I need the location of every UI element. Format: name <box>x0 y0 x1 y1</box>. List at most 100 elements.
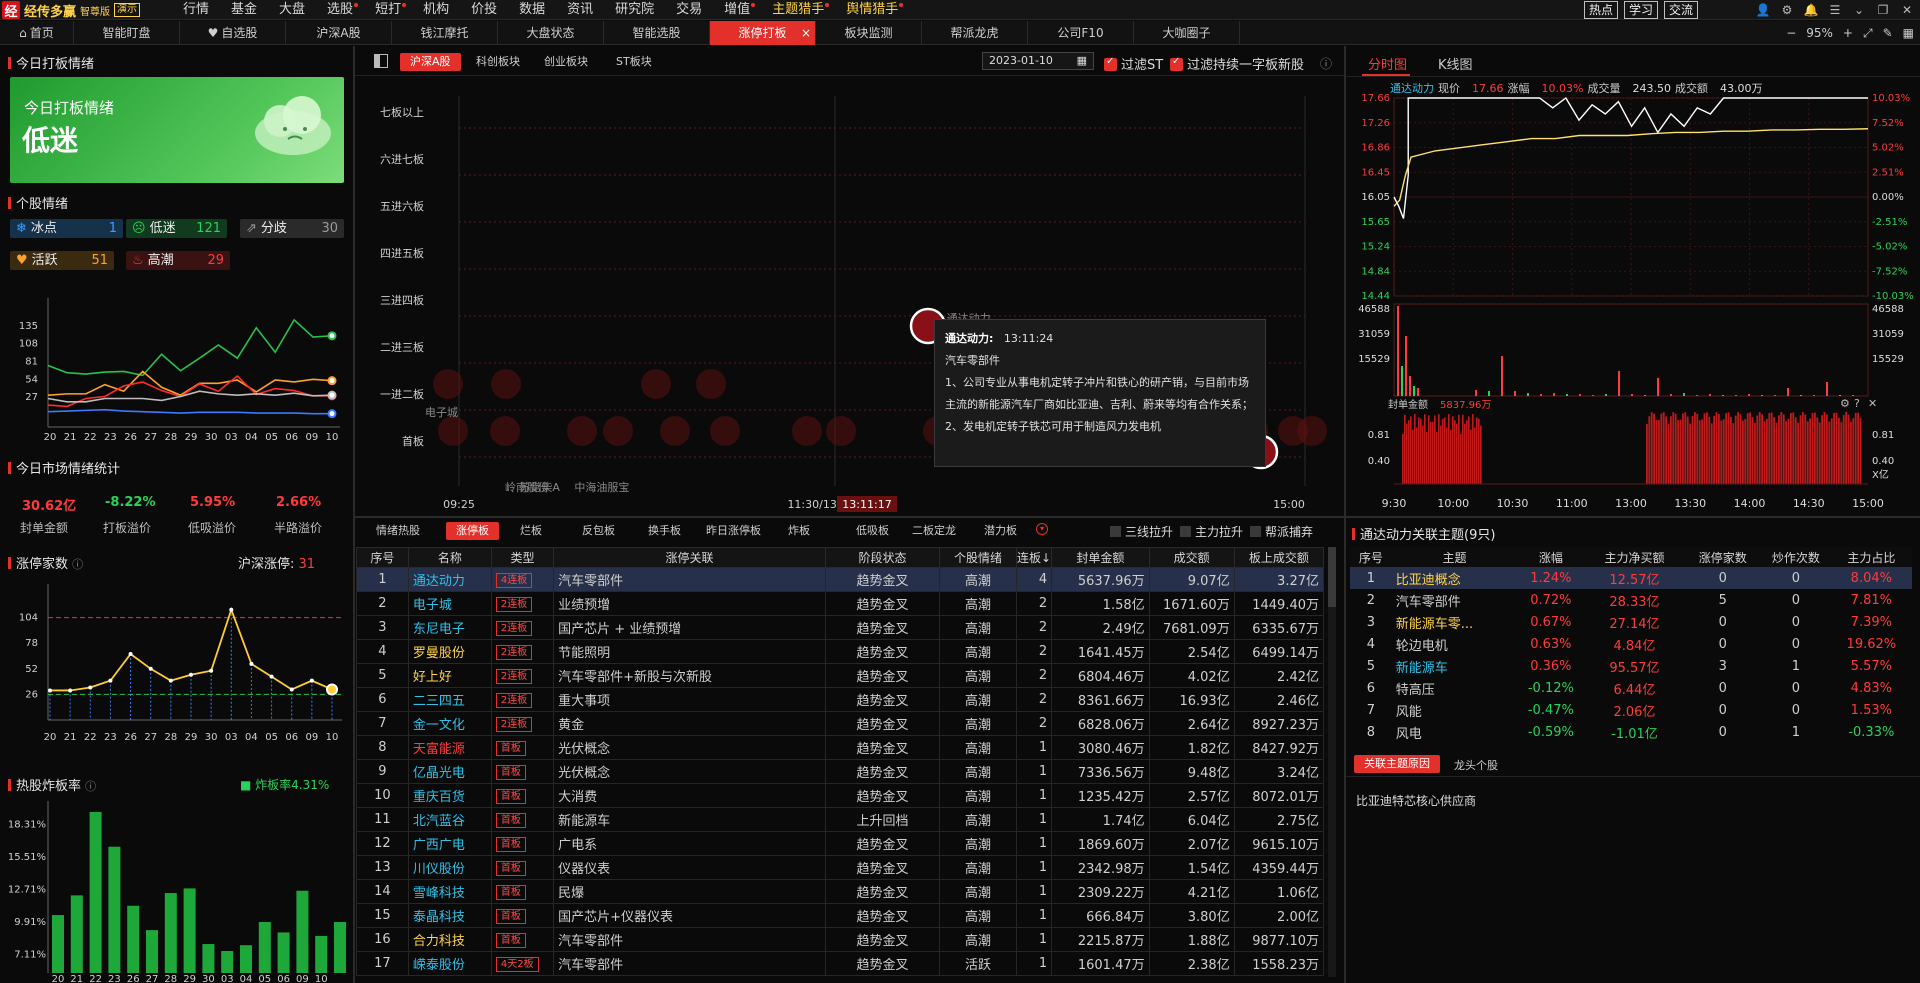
theme-row[interactable]: 7 风能 -0.47% 2.06亿 0 0 1.53% <box>1350 699 1912 721</box>
column-header[interactable]: 成交额 <box>1148 547 1235 568</box>
theme-cell[interactable]: 汽车零部件 <box>1392 589 1517 611</box>
theme-name-link[interactable]: 比亚迪概念 <box>1396 573 1461 588</box>
mood-chip-4[interactable]: ♨ 高潮 29 <box>126 251 230 270</box>
column-header[interactable]: 涨停关联 <box>553 547 826 568</box>
theme-name-link[interactable]: 轮边电机 <box>1396 639 1448 654</box>
tab-6[interactable]: 智能选股 <box>604 21 710 45</box>
tab-5[interactable]: 大盘状态 <box>498 21 604 45</box>
checkbox-unchecked-icon[interactable] <box>1180 526 1191 537</box>
market-tab-2[interactable]: 创业板块 <box>544 53 588 71</box>
stock-name-link[interactable]: 电子城 <box>413 598 452 613</box>
table-cell[interactable]: 北汽蓝谷 <box>407 807 492 832</box>
mood-chip-2[interactable]: ⇗ 分歧 30 <box>240 219 344 238</box>
theme-row[interactable]: 5 新能源车 0.36% 95.57亿 3 1 5.57% <box>1350 655 1912 677</box>
list-tab-6[interactable]: 炸板 <box>788 522 810 540</box>
stock-name-link[interactable]: 金一文化 <box>413 718 465 733</box>
filter-new-checkbox[interactable]: 过滤持续一字板新股 <box>1170 54 1304 73</box>
restore-icon[interactable]: ❐ <box>1874 3 1892 17</box>
stock-bubble[interactable] <box>490 416 520 446</box>
stock-name-link[interactable]: 重庆百货 <box>413 790 465 805</box>
theme-name-link[interactable]: 新能源车零... <box>1396 617 1473 632</box>
menu-item-7[interactable]: 数据 <box>508 0 556 20</box>
stock-name-link[interactable]: 天富能源 <box>413 742 465 757</box>
list-filter-0[interactable]: 三线拉升 <box>1110 523 1173 540</box>
stock-bubble[interactable] <box>641 369 671 399</box>
list-tab-3[interactable]: 反包板 <box>582 522 615 540</box>
theme-row[interactable]: 4 轮边电机 0.63% 4.84亿 0 0 19.62% <box>1350 633 1912 655</box>
close-tab-icon[interactable]: × <box>801 21 811 45</box>
menu-item-12[interactable]: 主题猎手 <box>761 0 835 20</box>
theme-cell[interactable]: 轮边电机 <box>1392 633 1517 655</box>
stock-name-link[interactable]: 嵘泰股份 <box>413 958 465 973</box>
mood-chip-3[interactable]: ♥ 活跃 51 <box>10 251 114 270</box>
table-cell[interactable]: 罗曼股份 <box>407 639 492 664</box>
menu-item-6[interactable]: 价投 <box>460 0 508 20</box>
stock-name-link[interactable]: 好上好 <box>413 670 452 685</box>
stock-bubble[interactable] <box>826 416 856 446</box>
table-row[interactable]: 12 广西广电 首板 广电系 趋势金叉 高潮 1 1869.60万 2.07亿 9615.10万 <box>356 831 1325 856</box>
stock-name-link[interactable]: 二三四五 <box>413 694 465 709</box>
list-tab-8[interactable]: 二板定龙 <box>912 522 956 540</box>
theme-cell[interactable]: 比亚迪概念 <box>1391 567 1518 589</box>
bell-icon[interactable]: 🔔 <box>1802 3 1820 17</box>
menu-item-10[interactable]: 交易 <box>665 0 713 20</box>
column-header[interactable]: 名称 <box>407 547 492 568</box>
theme-column-header[interactable]: 炒作次数 <box>1761 547 1831 567</box>
stock-bubble[interactable] <box>438 416 468 446</box>
table-cell[interactable]: 天富能源 <box>407 735 492 760</box>
column-header[interactable]: 封单金额 <box>1051 547 1150 568</box>
list-tab-9[interactable]: 潜力板 <box>984 522 1017 540</box>
menu-icon[interactable]: ☰ <box>1826 3 1844 17</box>
filter-st-checkbox[interactable]: 过滤ST <box>1104 54 1163 73</box>
theme-column-header[interactable]: 涨幅 <box>1517 547 1585 567</box>
table-row[interactable]: 14 雪峰科技 首板 民爆 趋势金叉 高潮 1 2309.22万 4.21亿 1.06亿 <box>356 879 1325 904</box>
stock-bubble[interactable] <box>567 416 597 446</box>
list-filter-2[interactable]: 帮派捕弃 <box>1250 523 1313 540</box>
stock-bubble[interactable] <box>792 416 822 446</box>
table-row[interactable]: 16 合力科技 首板 汽车零部件 趋势金叉 高潮 1 2215.87万 1.88亿 9877.10… <box>356 927 1325 952</box>
table-scrollbar[interactable] <box>1328 547 1336 977</box>
theme-column-header[interactable]: 主力占比 <box>1830 547 1912 567</box>
theme-cell[interactable]: 新能源车零... <box>1392 611 1517 633</box>
menu-item-11[interactable]: 增值 <box>713 0 761 20</box>
menu-item-5[interactable]: 机构 <box>412 0 460 20</box>
menu-item-2[interactable]: 大盘 <box>268 0 316 20</box>
stock-name-link[interactable]: 合力科技 <box>413 934 465 949</box>
middle-h-divider[interactable] <box>355 516 1344 518</box>
table-cell[interactable]: 二三四五 <box>407 687 492 712</box>
market-tab-0[interactable]: 沪深A股 <box>400 53 461 71</box>
help-icon[interactable]: ? <box>1854 397 1860 410</box>
table-cell[interactable]: 川仪股份 <box>407 855 492 880</box>
stock-name-link[interactable]: 泰晶科技 <box>413 910 465 925</box>
checkbox-checked-icon[interactable] <box>1170 56 1183 71</box>
table-row[interactable]: 13 川仪股份 首板 仪器仪表 趋势金叉 高潮 1 2342.98万 1.54亿 4359.44万 <box>356 855 1325 880</box>
menu-item-0[interactable]: 行情 <box>172 0 220 20</box>
tab-2[interactable]: ♥ 自选股 <box>180 21 286 45</box>
stock-bubble[interactable] <box>603 416 633 446</box>
table-row[interactable]: 10 重庆百货 首板 大消费 趋势金叉 高潮 1 1235.42万 2.57亿 8072.01万 <box>356 783 1325 808</box>
tab-11[interactable]: 大咖圈子 <box>1134 21 1240 45</box>
tab-0[interactable]: ⌂ 首页 <box>0 21 74 45</box>
theme-row[interactable]: 8 风电 -0.59% -1.01亿 0 1 -0.33% <box>1350 721 1912 743</box>
theme-name-link[interactable]: 风电 <box>1396 727 1422 742</box>
theme-name-link[interactable]: 汽车零部件 <box>1396 595 1461 610</box>
right-h-divider[interactable] <box>1346 516 1920 518</box>
column-header[interactable]: 阶段状态 <box>824 547 941 568</box>
stock-name-link[interactable]: 川仪股份 <box>413 862 465 877</box>
theme-name-link[interactable]: 新能源车 <box>1396 661 1448 676</box>
grid-icon[interactable]: ▦ <box>1903 26 1914 40</box>
table-cell[interactable]: 亿晶光电 <box>407 759 492 784</box>
theme-column-header[interactable]: 涨停家数 <box>1684 547 1762 567</box>
table-row[interactable]: 11 北汽蓝谷 首板 新能源车 上升回档 高潮 1 1.74亿 6.04亿 2.75亿 <box>356 807 1325 832</box>
table-cell[interactable]: 好上好 <box>407 663 492 688</box>
stock-name-link[interactable]: 北汽蓝谷 <box>413 814 465 829</box>
column-header[interactable]: 序号 <box>356 547 409 568</box>
table-row[interactable]: 5 好上好 2连板 汽车零部件+新股与次新股 趋势金叉 高潮 2 6804.46万 4.02亿 2… <box>356 663 1325 688</box>
table-row[interactable]: 15 泰晶科技 首板 国产芯片+仪器仪表 趋势金叉 高潮 1 666.84万 3.80亿 2.00… <box>356 903 1325 928</box>
stock-bubble[interactable] <box>696 369 726 399</box>
list-tab-4[interactable]: 换手板 <box>648 522 681 540</box>
tab-10[interactable]: 公司F10 <box>1028 21 1134 45</box>
help-icon[interactable]: ⓘ <box>1320 55 1332 72</box>
list-tab-0[interactable]: 情绪热股 <box>376 522 420 540</box>
menu-item-9[interactable]: 研究院 <box>604 0 665 20</box>
